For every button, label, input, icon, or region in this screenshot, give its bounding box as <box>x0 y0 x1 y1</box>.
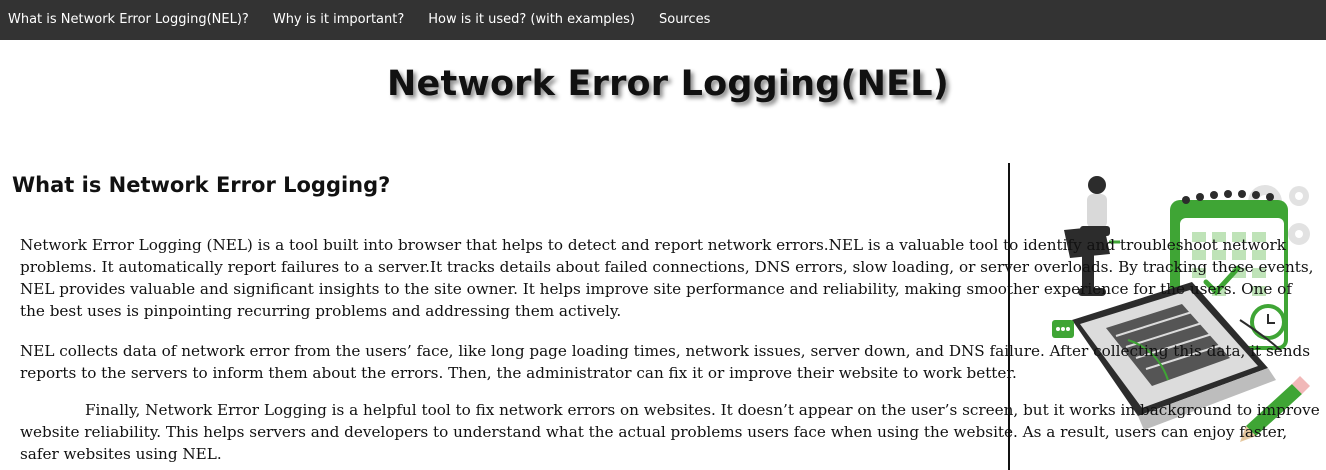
nav-link-what-is-nel[interactable]: What is Network Error Logging(NEL)? <box>0 0 261 40</box>
paragraph-intro: Network Error Logging (NEL) is a tool bu… <box>20 236 1314 320</box>
section-heading: What is Network Error Logging? <box>12 173 391 197</box>
nav-link-sources[interactable]: Sources <box>647 0 722 40</box>
paragraph-conclusion: Finally, Network Error Logging is a help… <box>20 401 1320 463</box>
chat-bubble-icon <box>1052 320 1074 338</box>
nav-link-why-important[interactable]: Why is it important? <box>261 0 416 40</box>
page-title: Network Error Logging(NEL) <box>387 64 949 104</box>
top-navbar: What is Network Error Logging(NEL)? Why … <box>0 0 1326 40</box>
paragraph-data-collection: NEL collects data of network error from … <box>20 342 1311 382</box>
nav-link-how-used[interactable]: How is it used? (with examples) <box>416 0 647 40</box>
